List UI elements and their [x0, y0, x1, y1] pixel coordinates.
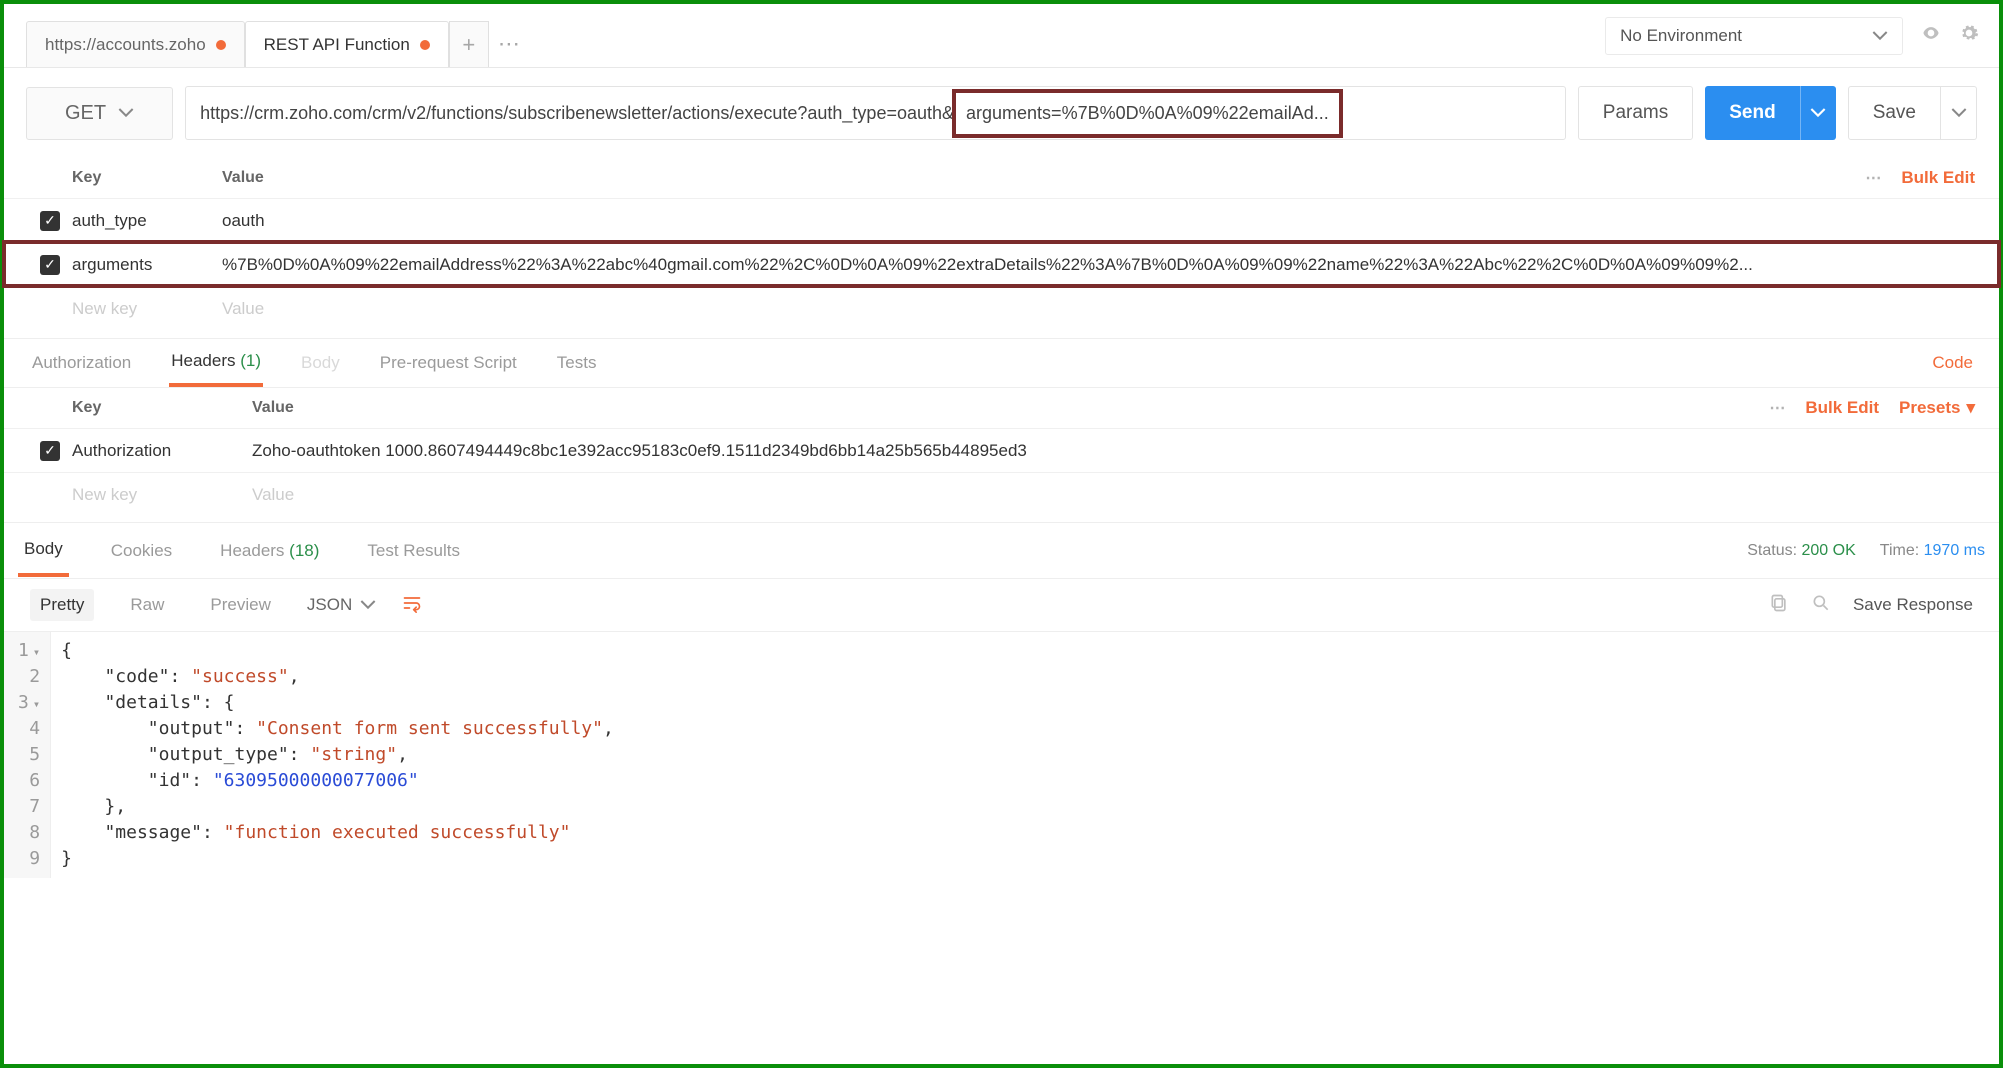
tab-body[interactable]: Body [299, 341, 342, 385]
environment-select[interactable]: No Environment [1605, 17, 1903, 55]
header-key[interactable]: Authorization [72, 441, 252, 461]
headers-header: Key Value ⋯ Bulk Edit Presets ▾ [4, 388, 1999, 428]
send-dropdown[interactable] [1800, 86, 1836, 140]
tab-overflow-button[interactable]: ⋯ [489, 21, 529, 67]
params-key-header: Key [72, 169, 222, 187]
save-button[interactable]: Save [1848, 86, 1941, 140]
code-link[interactable]: Code [1932, 353, 1973, 373]
code-content[interactable]: { "code": "success", "details": { "outpu… [51, 632, 624, 878]
chevron-down-icon [1872, 28, 1888, 44]
presets-dropdown[interactable]: Presets ▾ [1899, 398, 1975, 418]
param-row[interactable]: ✓ auth_type oauth [4, 198, 1999, 242]
bulk-edit-link[interactable]: Bulk Edit [1901, 168, 1975, 188]
request-inner-tabs: Authorization Headers (1) Body Pre-reque… [4, 338, 1999, 388]
chevron-down-icon [1810, 105, 1826, 121]
format-select[interactable]: JSON [307, 595, 376, 615]
environment-area: No Environment [1605, 17, 1989, 55]
unsaved-dot-icon [420, 40, 430, 50]
search-icon[interactable] [1811, 593, 1831, 618]
view-mode-preview[interactable]: Preview [200, 589, 280, 621]
environment-label: No Environment [1620, 26, 1742, 46]
tab-tests[interactable]: Tests [555, 341, 599, 385]
unsaved-dot-icon [216, 40, 226, 50]
save-button-group: Save [1848, 86, 1977, 140]
tab-label: https://accounts.zoho [45, 35, 206, 55]
chevron-down-icon [118, 105, 134, 121]
send-button[interactable]: Send [1705, 86, 1799, 140]
wrap-lines-icon[interactable] [402, 593, 422, 618]
chevron-down-icon [360, 597, 376, 613]
response-body-code: 1▾23▾456789 { "code": "success", "detail… [4, 631, 1999, 878]
headers-key-header: Key [72, 399, 252, 417]
bulk-edit-link[interactable]: Bulk Edit [1805, 398, 1879, 418]
header-row[interactable]: ✓ Authorization Zoho-oauthtoken 1000.860… [4, 428, 1999, 472]
param-value-placeholder[interactable]: Value [222, 299, 1975, 319]
headers-value-header: Value [252, 399, 1769, 417]
header-value-placeholder[interactable]: Value [252, 485, 1975, 505]
checkbox-icon[interactable]: ✓ [40, 211, 60, 231]
param-key[interactable]: auth_type [72, 211, 222, 231]
eye-icon[interactable] [1921, 23, 1941, 48]
response-actions: Save Response [1769, 593, 1973, 618]
param-row-highlighted[interactable]: ✓ arguments %7B%0D%0A%09%22emailAddress%… [4, 242, 1999, 286]
checkbox-icon[interactable]: ✓ [40, 255, 60, 275]
chevron-down-icon [1951, 105, 1967, 121]
header-row-new[interactable]: New key Value [4, 472, 1999, 516]
params-button[interactable]: Params [1578, 86, 1693, 140]
method-select[interactable]: GET [26, 87, 173, 140]
response-tab-test-results[interactable]: Test Results [361, 527, 466, 575]
params-header: Key Value ⋯ Bulk Edit [4, 158, 1999, 198]
more-icon[interactable]: ⋯ [1865, 168, 1881, 188]
header-key-placeholder[interactable]: New key [72, 485, 252, 505]
param-value[interactable]: %7B%0D%0A%09%22emailAddress%22%3A%22abc%… [222, 255, 1975, 275]
tab-accounts[interactable]: https://accounts.zoho [26, 21, 245, 67]
url-prefix: https://crm.zoho.com/crm/v2/functions/su… [200, 103, 954, 124]
response-tab-body[interactable]: Body [18, 525, 69, 577]
save-response-link[interactable]: Save Response [1853, 595, 1973, 615]
tab-prerequest[interactable]: Pre-request Script [378, 341, 519, 385]
view-mode-raw[interactable]: Raw [120, 589, 174, 621]
copy-icon[interactable] [1769, 593, 1789, 618]
caret-down-icon: ▾ [1966, 398, 1975, 418]
param-key-placeholder[interactable]: New key [72, 299, 222, 319]
status-value: 200 OK [1802, 542, 1856, 559]
status-info: Status: 200 OK Time: 1970 ms [1747, 542, 1985, 560]
tab-label: REST API Function [264, 35, 410, 55]
url-input[interactable]: https://crm.zoho.com/crm/v2/functions/su… [185, 86, 1566, 140]
send-button-group: Send [1705, 86, 1835, 140]
tab-strip: https://accounts.zoho REST API Function … [14, 4, 529, 67]
response-view-bar: Pretty Raw Preview JSON Save Response [4, 578, 1999, 631]
response-tab-headers[interactable]: Headers (18) [214, 527, 325, 575]
tab-headers[interactable]: Headers (1) [169, 339, 263, 387]
line-gutter: 1▾23▾456789 [4, 632, 51, 878]
param-value[interactable]: oauth [222, 211, 1975, 231]
checkbox-icon[interactable]: ✓ [40, 441, 60, 461]
request-row: GET https://crm.zoho.com/crm/v2/function… [4, 68, 1999, 158]
response-tabs: Body Cookies Headers (18) Test Results S… [4, 522, 1999, 578]
new-tab-button[interactable]: + [449, 21, 489, 67]
view-mode-pretty[interactable]: Pretty [30, 589, 94, 621]
gear-icon[interactable] [1959, 23, 1979, 48]
header-value[interactable]: Zoho-oauthtoken 1000.8607494449c8bc1e392… [252, 441, 1975, 461]
method-label: GET [65, 102, 106, 125]
tab-rest-api[interactable]: REST API Function [245, 21, 449, 67]
response-tab-cookies[interactable]: Cookies [105, 527, 178, 575]
top-bar: https://accounts.zoho REST API Function … [4, 4, 1999, 68]
param-row-new[interactable]: New key Value [4, 286, 1999, 330]
url-highlighted-segment: arguments=%7B%0D%0A%09%22emailAd... [952, 89, 1343, 138]
params-value-header: Value [222, 169, 1865, 187]
param-key[interactable]: arguments [72, 255, 222, 275]
more-icon[interactable]: ⋯ [1769, 398, 1785, 418]
time-value: 1970 ms [1924, 542, 1985, 559]
save-dropdown[interactable] [1941, 86, 1977, 140]
tab-authorization[interactable]: Authorization [30, 341, 133, 385]
